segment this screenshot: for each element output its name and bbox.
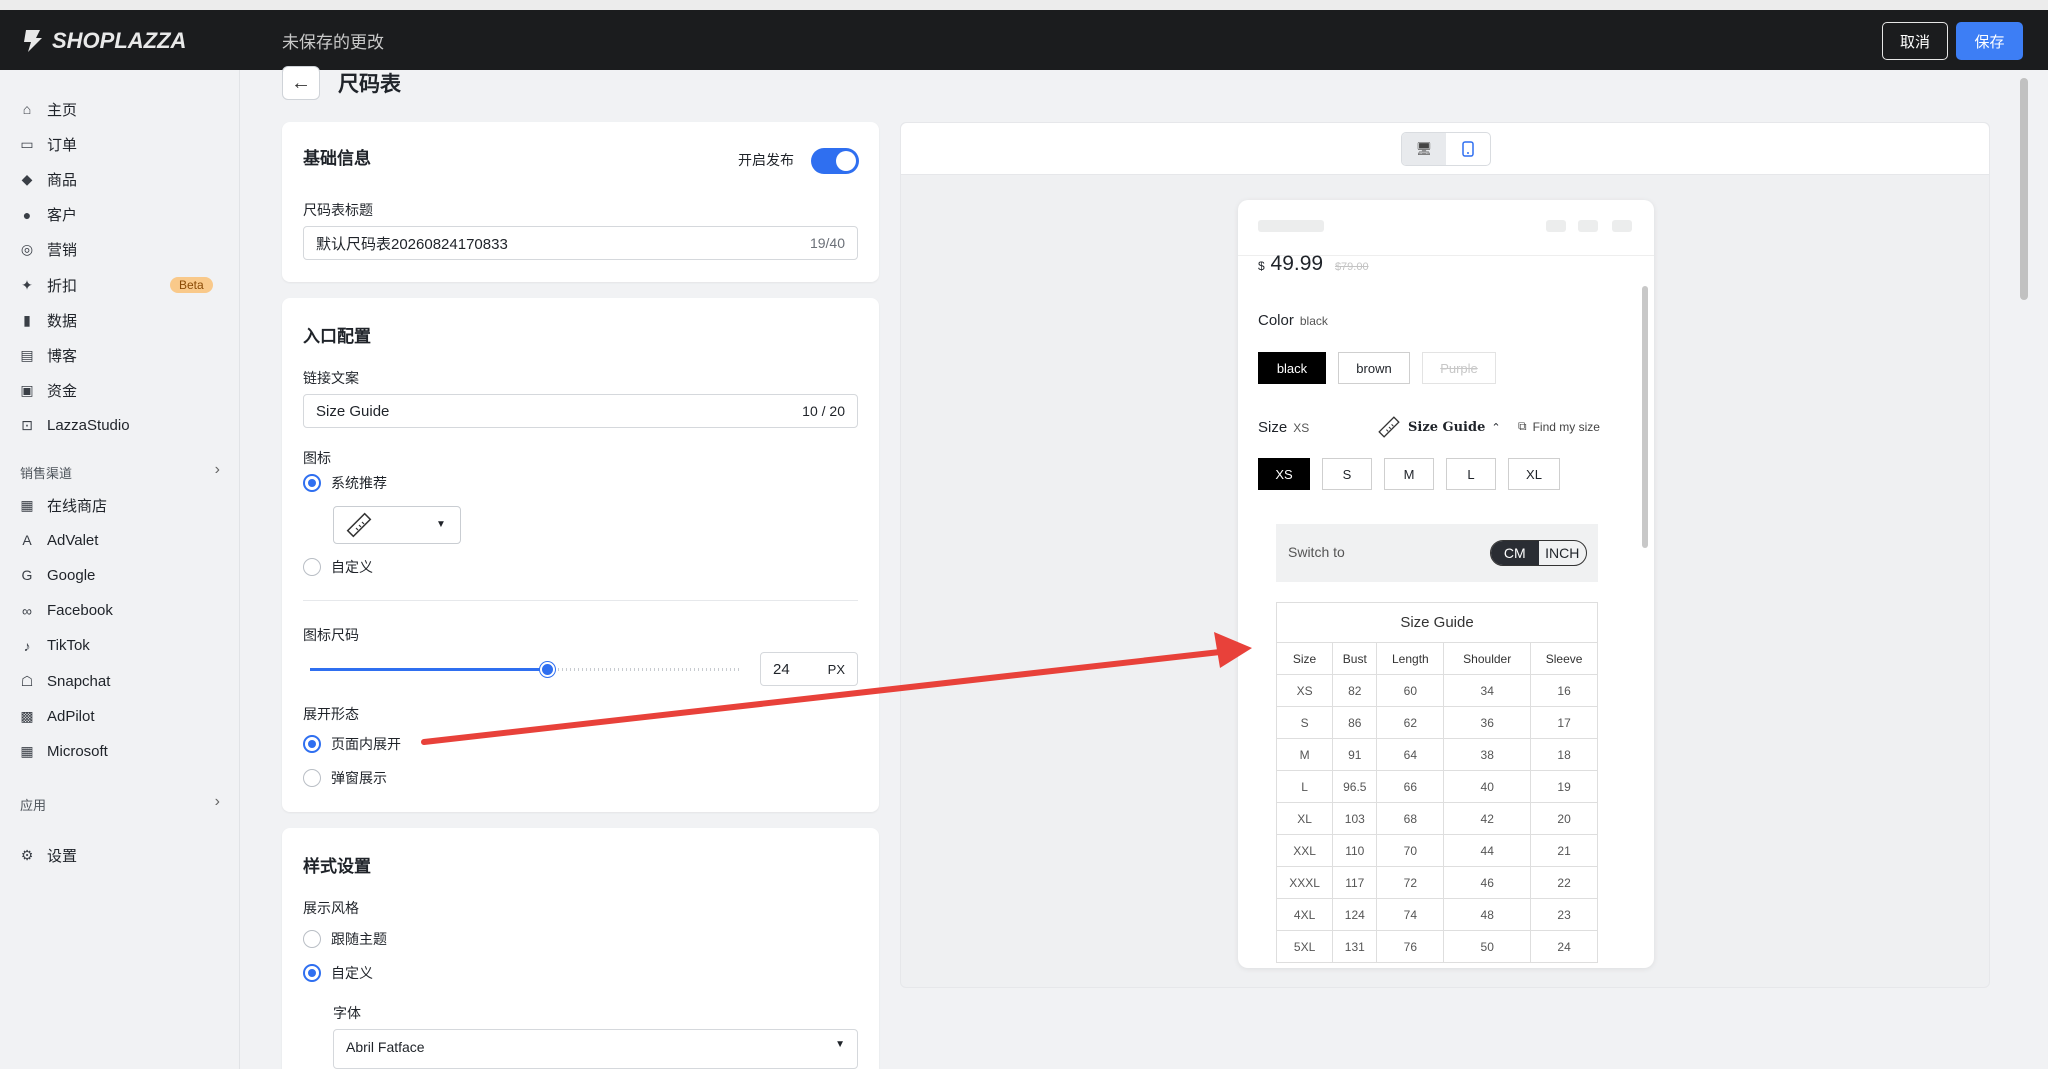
annotation-arrow: [421, 632, 1252, 745]
arrow-head: [1214, 632, 1252, 668]
arrow-shaft: [421, 649, 1223, 745]
